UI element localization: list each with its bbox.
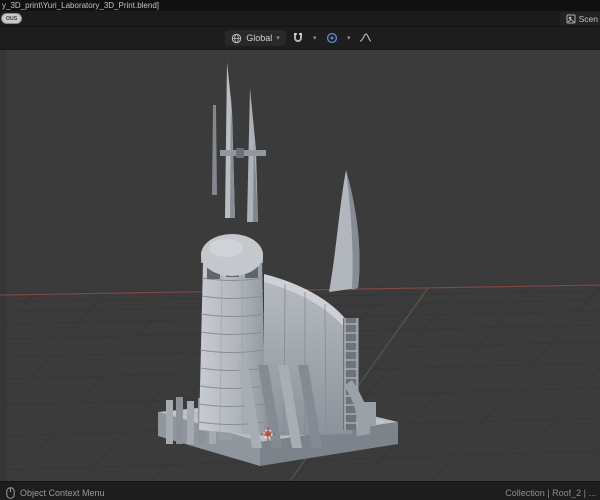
snap-magnet-button[interactable] xyxy=(289,30,307,46)
scene-icon xyxy=(566,14,576,23)
window-title: y_3D_print\Yuri_Laboratory_3D_Print.blen… xyxy=(2,1,159,10)
viewport-left-edge xyxy=(0,50,7,481)
window-titlebar: y_3D_print\Yuri_Laboratory_3D_Print.blen… xyxy=(0,0,600,11)
scene-selector-label: Scen xyxy=(578,13,598,24)
scene-selector[interactable]: Scen xyxy=(559,12,600,25)
viewport-header: Global ▾ ▾ ▾ xyxy=(0,27,600,50)
magnet-icon xyxy=(293,33,302,42)
viewport-canvas xyxy=(0,50,600,481)
falloff-options-dropdown[interactable]: ▾ xyxy=(344,30,354,46)
blue-circle-icon xyxy=(326,32,337,44)
topbar: ous Scen xyxy=(0,11,600,27)
3d-viewport[interactable] xyxy=(0,50,600,481)
statusbar-keymap-hint: Object Context Menu xyxy=(20,487,105,498)
transform-orientation-dropdown[interactable]: Global ▾ xyxy=(225,30,286,46)
statusbar: Object Context Menu Collection | Roof_2 … xyxy=(0,481,600,500)
viewport-header-controls: Global ▾ ▾ ▾ xyxy=(225,30,375,46)
blender-window: y_3D_print\Yuri_Laboratory_3D_Print.blen… xyxy=(0,0,600,500)
statusbar-context-path: Collection | Roof_2 | ... xyxy=(505,487,596,498)
snap-caret-icon: ▾ xyxy=(313,35,317,42)
back-to-previous-button[interactable]: ous xyxy=(1,13,23,24)
mouse-icon xyxy=(6,486,15,499)
orientation-label: Global xyxy=(246,33,273,43)
orientation-caret-icon: ▾ xyxy=(276,35,280,42)
falloff-curve-button[interactable] xyxy=(357,30,375,46)
proportional-editing-button[interactable] xyxy=(323,30,341,46)
curve-icon xyxy=(360,33,372,42)
statusbar-left: Object Context Menu xyxy=(0,486,105,499)
snap-options-dropdown[interactable]: ▾ xyxy=(310,30,320,46)
globe-icon xyxy=(232,33,242,43)
falloff-caret-icon: ▾ xyxy=(347,35,351,42)
